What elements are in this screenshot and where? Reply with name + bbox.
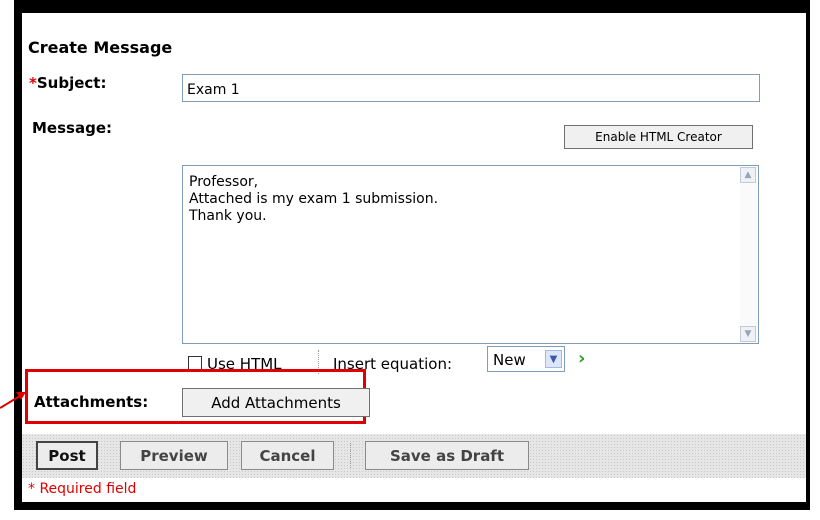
insert-equation-value: New [493, 351, 526, 369]
toolbar-divider [350, 443, 351, 468]
required-marker: * [29, 74, 37, 92]
page-title: Create Message [28, 38, 173, 57]
message-label: Message: [32, 119, 112, 137]
post-button[interactable]: Post [36, 441, 98, 470]
enable-html-creator-button[interactable]: Enable HTML Creator [564, 125, 753, 149]
save-as-draft-button[interactable]: Save as Draft [365, 441, 529, 470]
annotation-arrow-icon [0, 392, 26, 409]
preview-button[interactable]: Preview [120, 441, 228, 470]
subject-label-text: Subject: [36, 74, 107, 92]
message-body: Professor, Attached is my exam 1 submiss… [189, 174, 439, 224]
use-html-checkbox[interactable] [188, 356, 202, 370]
scroll-up-icon[interactable]: ▲ [740, 167, 756, 183]
message-textarea[interactable]: Professor, Attached is my exam 1 submiss… [182, 165, 759, 344]
add-attachments-button[interactable]: Add Attachments [182, 388, 370, 417]
scroll-down-icon[interactable]: ▼ [740, 326, 756, 342]
cancel-button[interactable]: Cancel [241, 441, 334, 470]
textarea-scrollbar[interactable]: ▲ ▼ [740, 167, 757, 342]
chevron-down-icon[interactable]: ▼ [545, 350, 562, 368]
go-arrow-icon[interactable]: › [578, 349, 596, 369]
subject-label: *Subject: [29, 74, 106, 92]
insert-equation-select[interactable]: New ▼ [487, 346, 565, 372]
subject-input[interactable]: Exam 1 [182, 74, 760, 102]
attachments-label: Attachments: [34, 393, 149, 411]
required-field-note: * Required field [28, 481, 137, 497]
